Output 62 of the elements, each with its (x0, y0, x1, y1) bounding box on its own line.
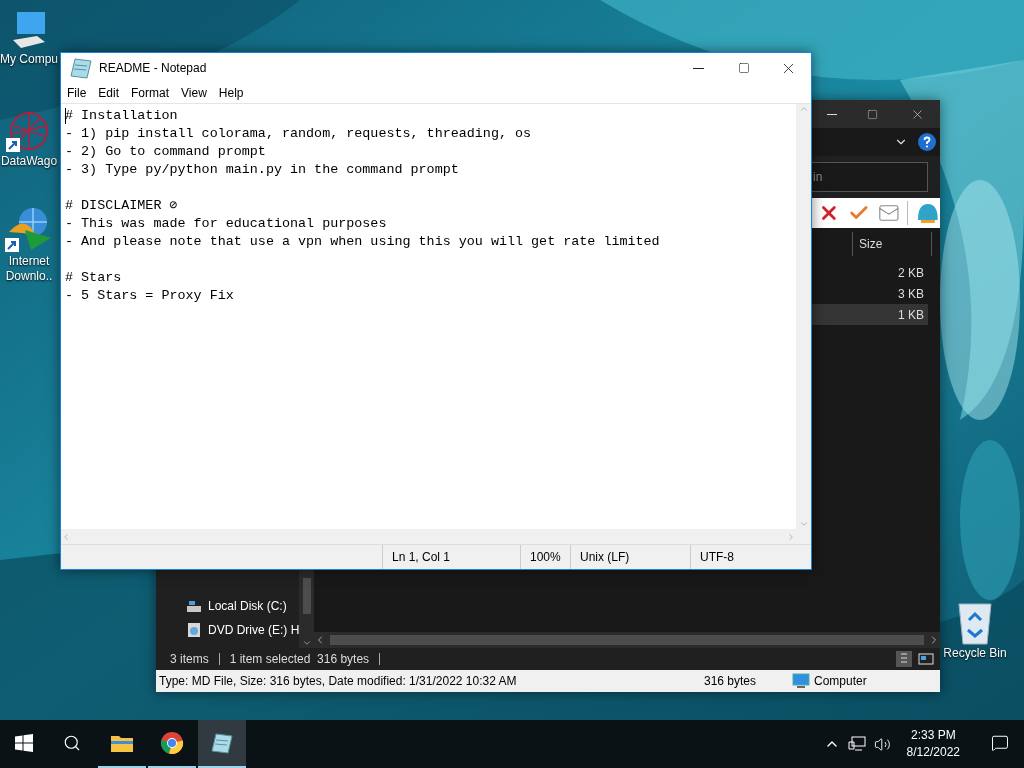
volume-icon[interactable] (873, 735, 891, 753)
disc-drive-icon (186, 622, 202, 638)
search-field[interactable]: in (812, 162, 928, 192)
text-line: # Installation (65, 107, 179, 125)
details-view-icon[interactable] (896, 651, 912, 667)
notification-icon (991, 734, 1009, 752)
file-row[interactable]: 3 KB (810, 283, 928, 304)
drive-icon (186, 599, 202, 613)
shell-icon[interactable] (916, 202, 940, 224)
text-line: - This was made for educational purposes (65, 215, 388, 233)
taskbar-app[interactable] (198, 720, 246, 768)
text-line: - 3) Type py/python main.py in the command prompt (65, 161, 460, 179)
menu-item[interactable]: File (61, 86, 93, 100)
help-icon[interactable] (918, 133, 936, 151)
search-icon (63, 734, 81, 752)
scrollbar-thumb[interactable] (302, 578, 311, 614)
column-header[interactable]: Size (852, 232, 932, 256)
text-line: - And please note that use a vpn when using this you will get rate limited (65, 233, 661, 251)
file-row[interactable]: 1 KB (810, 304, 928, 325)
file-details: Type: MD File, Size: 316 bytes, Date modified: 1/31/2022 10:32 AM (159, 674, 517, 688)
nav-item[interactable]: Local Disk (C:) (156, 596, 300, 616)
scrollbar-thumb[interactable] (330, 635, 924, 645)
menu-item[interactable]: Format (125, 86, 176, 100)
location-label: Computer (814, 674, 867, 688)
minimize-icon (693, 67, 704, 69)
line-endings: Unix (LF) (570, 545, 690, 569)
menu-item[interactable]: Help (212, 86, 250, 100)
file-row[interactable]: 2 KB (810, 262, 928, 283)
text-line: - 2) Go to command prompt (65, 143, 267, 161)
nav-item[interactable]: DVD Drive (E:) H (156, 620, 300, 640)
notepad-icon (210, 731, 234, 755)
monitor-icon (792, 673, 810, 689)
desktop-icon-label[interactable]: Internet Downlo.. (0, 254, 58, 284)
desktop-icon-label[interactable]: Recycle Bin (943, 646, 1007, 661)
minimize-icon (827, 113, 837, 115)
text-line: - 5 Stars = Proxy Fix (65, 287, 235, 305)
browser-icon (160, 731, 184, 755)
clock[interactable]: 2:33 PM 8/12/2022 (898, 727, 968, 761)
encoding: UTF-8 (690, 545, 811, 569)
maximize-icon (867, 108, 878, 120)
menu-item[interactable]: Edit (92, 86, 126, 100)
text-line: # Stars (65, 269, 123, 287)
zoom-level: 100% (520, 545, 570, 569)
text-line: # DISCLAIMER ⊘ (65, 197, 179, 215)
network-icon[interactable] (847, 736, 866, 752)
recycle-bin-icon[interactable] (955, 600, 995, 646)
tiles-view-icon[interactable] (918, 651, 934, 667)
cursor-position: Ln 1, Col 1 (382, 545, 520, 569)
scroll-down-icon[interactable] (301, 638, 312, 648)
item-count: 3 items (170, 652, 209, 666)
windows-logo-icon (15, 734, 33, 752)
selection-info: 1 item selected 316 bytes (229, 652, 370, 666)
menu-item[interactable]: View (175, 86, 213, 100)
desktop-icon-label[interactable]: DataWago (0, 154, 58, 169)
envelope-icon[interactable] (877, 202, 900, 224)
desktop-icon-label[interactable]: My Compu (0, 52, 58, 67)
text-line: - 1) pip install colorama, random, requests, threading, os (65, 125, 533, 143)
maximize-icon (737, 62, 750, 74)
file-size: 316 bytes (704, 674, 758, 688)
folder-icon (110, 733, 134, 753)
window-title: README - Notepad (99, 61, 207, 75)
notepad-icon (69, 56, 93, 80)
